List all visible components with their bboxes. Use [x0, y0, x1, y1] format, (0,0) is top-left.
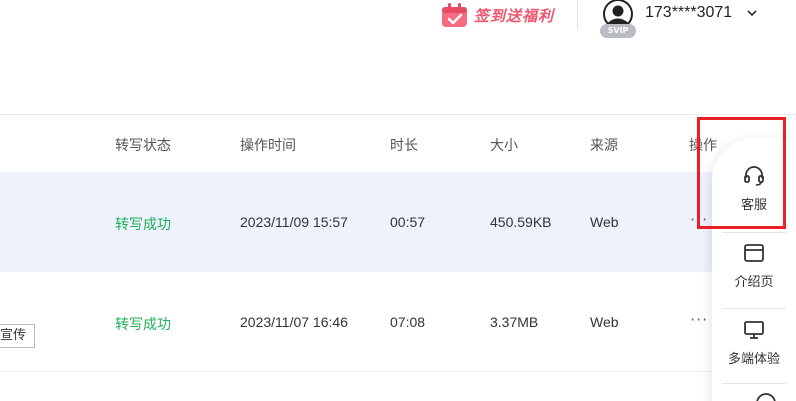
table-header: 转写状态 操作时间 时长 大小 来源 操作: [0, 115, 796, 172]
column-header-size: 大小: [490, 138, 518, 154]
username[interactable]: 173****3071: [645, 4, 732, 22]
side-item-label: 介绍页: [734, 275, 774, 290]
monitor-icon: [744, 321, 764, 339]
column-header-actions: 操作: [689, 138, 717, 154]
row-source: Web: [590, 214, 619, 230]
column-header-status: 转写状态: [115, 138, 171, 154]
multi-device-button[interactable]: 多端体验: [712, 318, 796, 384]
customer-service-button[interactable]: 客服: [712, 164, 796, 230]
top-header: 签到送福利 SVIP 173****3071: [0, 0, 796, 115]
calendar-check-icon: [442, 3, 467, 27]
table-row[interactable]: 宣传 转写成功 2023/11/07 16:46 07:08 3.37MB We…: [0, 272, 796, 372]
promo-label: 签到送福利: [474, 6, 555, 25]
row-size: 450.59KB: [490, 214, 552, 230]
row-duration: 07:08: [390, 314, 426, 330]
file-tag: 宣传: [0, 324, 35, 348]
side-item-label: 多端体验: [727, 352, 780, 367]
more-actions-button[interactable]: ···: [690, 310, 708, 329]
side-divider: [722, 308, 786, 309]
row-duration: 00:57: [390, 214, 426, 230]
column-header-source: 来源: [590, 138, 618, 154]
header-divider: [577, 0, 578, 30]
row-size: 3.37MB: [490, 314, 539, 330]
column-header-time: 操作时间: [240, 138, 296, 154]
side-item-label: 客服: [740, 198, 767, 213]
row-source: Web: [590, 314, 619, 330]
side-divider: [722, 232, 786, 233]
column-header-duration: 时长: [390, 138, 418, 154]
floating-side-panel: 客服 介绍页 多端体验: [712, 138, 796, 401]
headset-icon: [744, 166, 764, 186]
svip-badge: SVIP: [600, 24, 636, 38]
row-time: 2023/11/09 15:57: [240, 214, 348, 230]
row-status: 转写成功: [115, 217, 171, 233]
table-row[interactable]: 转写成功 2023/11/09 15:57 00:57 450.59KB Web…: [0, 172, 796, 272]
row-status: 转写成功: [115, 317, 171, 333]
intro-page-button[interactable]: 介绍页: [712, 241, 796, 307]
chevron-down-icon[interactable]: [745, 6, 759, 20]
more-actions-button[interactable]: ···: [690, 210, 708, 229]
browser-window-icon: [744, 244, 764, 262]
side-divider: [722, 383, 786, 384]
partial-circle-icon[interactable]: [754, 391, 778, 401]
checkin-promo[interactable]: 签到送福利: [440, 2, 554, 28]
row-time: 2023/11/07 16:46: [240, 314, 348, 330]
